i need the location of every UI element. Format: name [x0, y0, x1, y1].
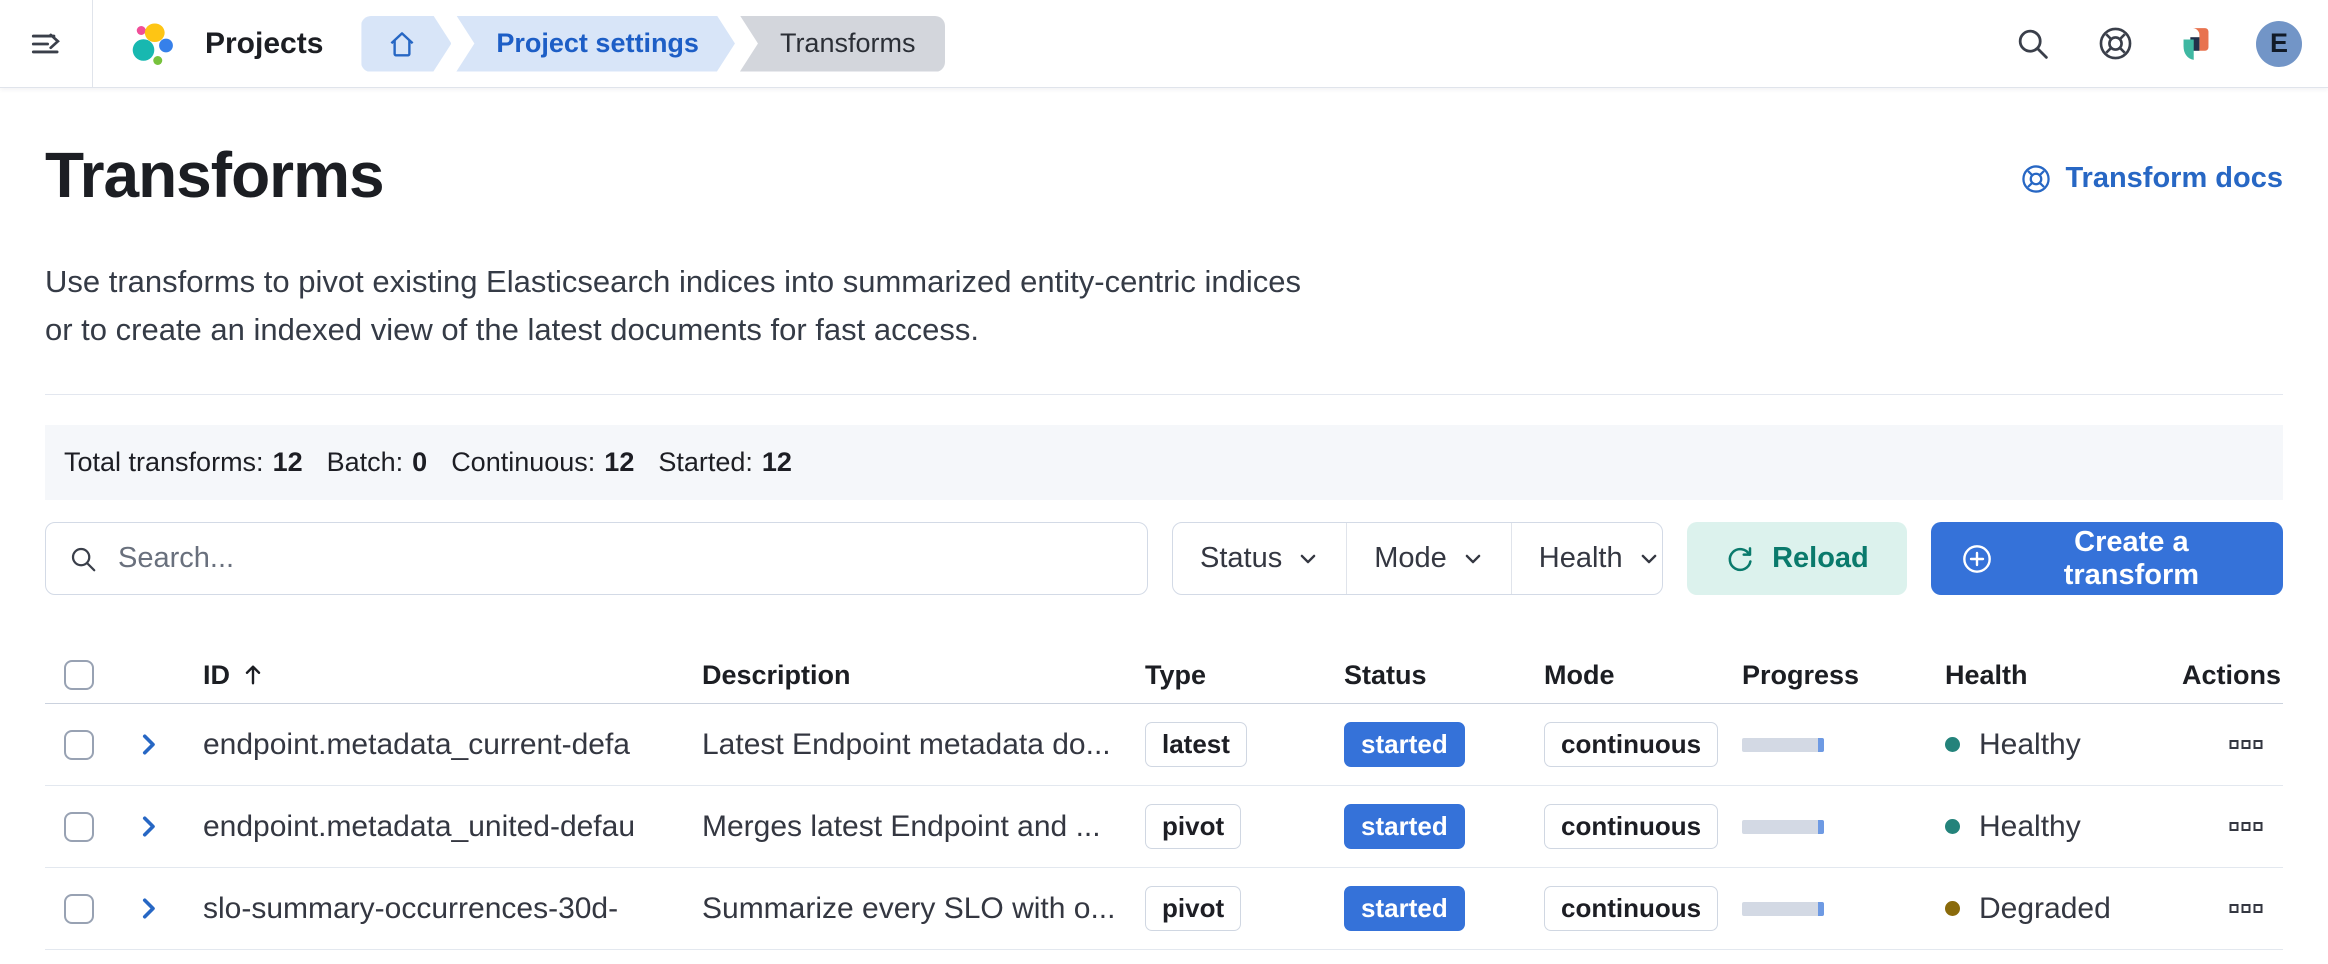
- transform-description: Merges latest Endpoint and ...: [702, 810, 1145, 844]
- table-row: slo-summary-occurrences-30d- Summarize e…: [45, 868, 2283, 950]
- chevron-down-icon: [1462, 548, 1484, 570]
- home-icon: [385, 27, 419, 61]
- expand-row-button[interactable]: [135, 731, 162, 758]
- mode-badge: continuous: [1544, 886, 1718, 931]
- row-checkbox[interactable]: [64, 894, 94, 924]
- health-dot: [1945, 901, 1960, 916]
- status-badge: started: [1344, 722, 1465, 767]
- boxes-horizontal-icon: [2229, 820, 2263, 833]
- breadcrumb-transforms: Transforms: [740, 16, 946, 72]
- transform-description: Latest Endpoint metadata do...: [702, 728, 1145, 762]
- stat-batch: Batch:0: [327, 447, 428, 478]
- transform-id: slo-summary-occurrences-30d-: [203, 892, 702, 926]
- column-header-id[interactable]: ID: [203, 660, 702, 691]
- type-badge: latest: [1145, 722, 1247, 767]
- column-header-status[interactable]: Status: [1344, 660, 1544, 691]
- menu-expand-icon: [27, 25, 65, 63]
- menu-expand-button[interactable]: [0, 0, 93, 88]
- page-title: Transforms: [45, 138, 384, 212]
- column-header-type[interactable]: Type: [1145, 660, 1344, 691]
- life-ring-icon: [2097, 25, 2134, 62]
- top-navigation-bar: Projects Project settings Transforms: [0, 0, 2328, 88]
- column-header-health[interactable]: Health: [1945, 660, 2182, 691]
- stat-total: Total transforms:12: [64, 447, 303, 478]
- select-all-checkbox[interactable]: [64, 660, 94, 690]
- row-actions-button[interactable]: [2223, 732, 2269, 757]
- column-header-description[interactable]: Description: [702, 660, 1145, 691]
- breadcrumb-project-settings[interactable]: Project settings: [456, 16, 735, 72]
- chevron-right-icon: [135, 731, 162, 758]
- transforms-table: ID Description Type Status Mode Progress…: [45, 647, 2283, 950]
- row-checkbox[interactable]: [64, 812, 94, 842]
- health-status: Degraded: [1945, 892, 2182, 926]
- type-badge: pivot: [1145, 886, 1241, 931]
- help-button[interactable]: [2097, 25, 2134, 62]
- global-search-button[interactable]: [2014, 25, 2051, 62]
- type-badge: pivot: [1145, 804, 1241, 849]
- transform-docs-link[interactable]: Transform docs: [2020, 162, 2283, 195]
- health-status: Healthy: [1945, 810, 2182, 844]
- project-switcher-icon: [2180, 27, 2212, 61]
- search-field-wrapper: [45, 522, 1148, 595]
- life-ring-icon: [2020, 163, 2052, 195]
- table-row: endpoint.metadata_united-defau Merges la…: [45, 786, 2283, 868]
- chevron-right-icon: [135, 895, 162, 922]
- row-actions-button[interactable]: [2223, 814, 2269, 839]
- table-toolbar: Status Mode Health: [45, 522, 2283, 595]
- search-icon: [2014, 25, 2051, 62]
- reload-button[interactable]: Reload: [1687, 522, 1907, 595]
- health-status: Healthy: [1945, 728, 2182, 762]
- breadcrumb-home[interactable]: [361, 16, 451, 72]
- progress-bar: [1742, 738, 1824, 752]
- expand-row-button[interactable]: [135, 813, 162, 840]
- project-switcher-button[interactable]: [2180, 27, 2212, 61]
- breadcrumb: Project settings Transforms: [361, 16, 945, 72]
- user-avatar[interactable]: E: [2256, 21, 2302, 67]
- table-row: endpoint.metadata_current-defa Latest En…: [45, 704, 2283, 786]
- transform-stats-bar: Total transforms:12 Batch:0 Continuous:1…: [45, 425, 2283, 500]
- stat-started: Started:12: [658, 447, 792, 478]
- page-description: Use transforms to pivot existing Elastic…: [45, 258, 2283, 354]
- health-dot: [1945, 819, 1960, 834]
- health-dot: [1945, 737, 1960, 752]
- chevron-down-icon: [1297, 548, 1319, 570]
- status-filter-button[interactable]: Status: [1173, 523, 1347, 594]
- column-header-progress[interactable]: Progress: [1742, 660, 1945, 691]
- boxes-horizontal-icon: [2229, 738, 2263, 751]
- progress-bar: [1742, 820, 1824, 834]
- filter-group: Status Mode Health: [1172, 522, 1663, 595]
- row-actions-button[interactable]: [2223, 896, 2269, 921]
- expand-row-button[interactable]: [135, 895, 162, 922]
- refresh-icon: [1725, 544, 1755, 574]
- transform-id: endpoint.metadata_current-defa: [203, 728, 702, 762]
- stat-continuous: Continuous:12: [451, 447, 634, 478]
- transform-description: Summarize every SLO with o...: [702, 892, 1145, 926]
- plus-circle-icon: [1961, 543, 1993, 575]
- progress-bar: [1742, 902, 1824, 916]
- create-transform-button[interactable]: Create a transform: [1931, 522, 2283, 595]
- chevron-down-icon: [1638, 548, 1660, 570]
- mode-badge: continuous: [1544, 804, 1718, 849]
- status-badge: started: [1344, 886, 1465, 931]
- transforms-page: Transforms Transform docs Use transforms…: [0, 138, 2328, 950]
- mode-filter-button[interactable]: Mode: [1347, 523, 1512, 594]
- boxes-horizontal-icon: [2229, 902, 2263, 915]
- arrow-up-icon: [241, 663, 265, 687]
- section-divider: [45, 394, 2283, 395]
- mode-badge: continuous: [1544, 722, 1718, 767]
- table-header-row: ID Description Type Status Mode Progress…: [45, 647, 2283, 704]
- elastic-logo[interactable]: [127, 20, 175, 68]
- transform-id: endpoint.metadata_united-defau: [203, 810, 702, 844]
- column-header-mode[interactable]: Mode: [1544, 660, 1742, 691]
- search-icon: [68, 544, 98, 574]
- column-header-actions: Actions: [2182, 660, 2295, 691]
- chevron-right-icon: [135, 813, 162, 840]
- health-filter-button[interactable]: Health: [1512, 523, 1663, 594]
- app-title: Projects: [205, 27, 323, 61]
- search-input[interactable]: [116, 541, 1137, 576]
- status-badge: started: [1344, 804, 1465, 849]
- row-checkbox[interactable]: [64, 730, 94, 760]
